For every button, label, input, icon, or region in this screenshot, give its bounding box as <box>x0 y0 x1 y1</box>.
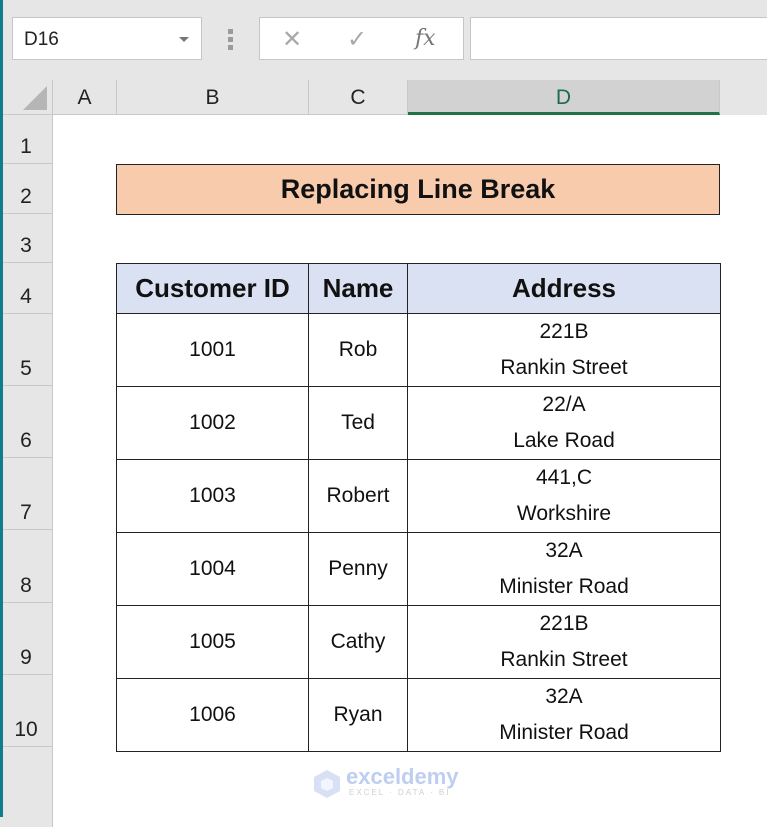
row-number: 7 <box>20 501 32 524</box>
cell-name[interactable]: Penny <box>308 532 408 606</box>
row-header-6[interactable]: 6 <box>0 386 53 458</box>
chevron-down-icon[interactable] <box>179 37 189 42</box>
table-row: 1001 Rob 221B Rankin Street <box>116 313 721 387</box>
cell-customer-id[interactable]: 1005 <box>116 605 309 679</box>
cell-address[interactable]: 32A Minister Road <box>407 532 721 606</box>
exceldemy-logo-icon <box>314 770 340 798</box>
row-header-empty <box>0 747 53 827</box>
cell-address[interactable]: 221B Rankin Street <box>407 313 721 387</box>
cell-address[interactable]: 441,C Workshire <box>407 459 721 533</box>
row-header-3[interactable]: 3 <box>0 214 53 263</box>
row-header-8[interactable]: 8 <box>0 530 53 603</box>
cell-customer-id[interactable]: 1001 <box>116 313 309 387</box>
insert-function-icon[interactable]: fx <box>415 26 436 51</box>
formula-bar-resize-handle[interactable] <box>228 29 234 53</box>
address-line-1: 221B <box>539 320 589 343</box>
watermark-tagline: EXCEL · DATA · BI <box>349 788 451 797</box>
header-customer-id[interactable]: Customer ID <box>116 263 309 314</box>
cell-name[interactable]: Rob <box>308 313 408 387</box>
cell-customer-id[interactable]: 1006 <box>116 678 309 752</box>
cell-customer-id[interactable]: 1003 <box>116 459 309 533</box>
cancel-icon[interactable]: ✕ <box>282 25 302 54</box>
formula-bar-buttons: ✕ ✓ fx <box>259 17 464 60</box>
select-all-icon <box>23 86 47 110</box>
row-header-7[interactable]: 7 <box>0 458 53 530</box>
address-line-1: 32A <box>545 685 583 708</box>
row-header-5[interactable]: 5 <box>0 314 53 386</box>
header-name[interactable]: Name <box>308 263 408 314</box>
row-number: 8 <box>20 574 32 597</box>
row-number: 6 <box>20 429 32 452</box>
column-header-c[interactable]: C <box>309 80 408 115</box>
row-header-1[interactable]: 1 <box>0 115 53 164</box>
row-number: 1 <box>20 135 32 158</box>
table-row: 1004 Penny 32A Minister Road <box>116 532 721 606</box>
header-address[interactable]: Address <box>407 263 721 314</box>
table-row: 1006 Ryan 32A Minister Road <box>116 678 721 752</box>
excel-window: D16 ✕ ✓ fx A B C D 1 2 3 4 5 6 7 8 9 10 … <box>0 0 767 827</box>
table-row: 1005 Cathy 221B Rankin Street <box>116 605 721 679</box>
name-box-value: D16 <box>24 29 59 50</box>
cell-name[interactable]: Cathy <box>308 605 408 679</box>
cell-name[interactable]: Robert <box>308 459 408 533</box>
row-number: 5 <box>20 357 32 380</box>
cell-name[interactable]: Ryan <box>308 678 408 752</box>
address-line-2: Rankin Street <box>500 648 628 671</box>
cell-customer-id[interactable]: 1004 <box>116 532 309 606</box>
customer-table: Customer ID Name Address 1001 Rob 221B Ra… <box>116 263 721 752</box>
cell-address[interactable]: 221B Rankin Street <box>407 605 721 679</box>
cell-customer-id[interactable]: 1002 <box>116 386 309 460</box>
window-accent-border <box>0 0 3 817</box>
row-number: 9 <box>20 646 32 669</box>
row-header-10[interactable]: 10 <box>0 675 53 747</box>
address-line-2: Rankin Street <box>500 356 628 379</box>
column-header-b[interactable]: B <box>117 80 309 115</box>
table-row: 1003 Robert 441,C Workshire <box>116 459 721 533</box>
table-row: 1002 Ted 22/A Lake Road <box>116 386 721 460</box>
name-box[interactable]: D16 <box>12 17 202 60</box>
formula-input[interactable] <box>470 17 767 60</box>
select-all-button[interactable] <box>0 80 53 115</box>
cell-address[interactable]: 22/A Lake Road <box>407 386 721 460</box>
row-number: 4 <box>20 285 32 308</box>
address-line-2: Minister Road <box>499 575 629 598</box>
address-line-2: Lake Road <box>513 429 615 452</box>
address-line-1: 22/A <box>542 393 586 416</box>
column-header-d[interactable]: D <box>408 80 720 115</box>
address-line-2: Workshire <box>516 502 612 525</box>
title-cell[interactable]: Replacing Line Break <box>116 164 720 215</box>
address-line-1: 221B <box>539 612 589 635</box>
cell-name[interactable]: Ted <box>308 386 408 460</box>
address-line-1: 441,C <box>535 466 593 489</box>
row-number: 3 <box>20 234 32 257</box>
cell-address[interactable]: 32A Minister Road <box>407 678 721 752</box>
row-number: 2 <box>20 185 32 208</box>
address-line-2: Minister Road <box>499 721 629 744</box>
table-header-row: Customer ID Name Address <box>116 263 721 314</box>
enter-check-icon[interactable]: ✓ <box>347 25 367 54</box>
row-header-9[interactable]: 9 <box>0 603 53 675</box>
row-header-4[interactable]: 4 <box>0 263 53 314</box>
row-header-2[interactable]: 2 <box>0 164 53 214</box>
row-number: 10 <box>14 718 38 741</box>
watermark-brand: exceldemy <box>346 764 459 789</box>
column-header-a[interactable]: A <box>53 80 117 115</box>
address-line-1: 32A <box>545 539 583 562</box>
